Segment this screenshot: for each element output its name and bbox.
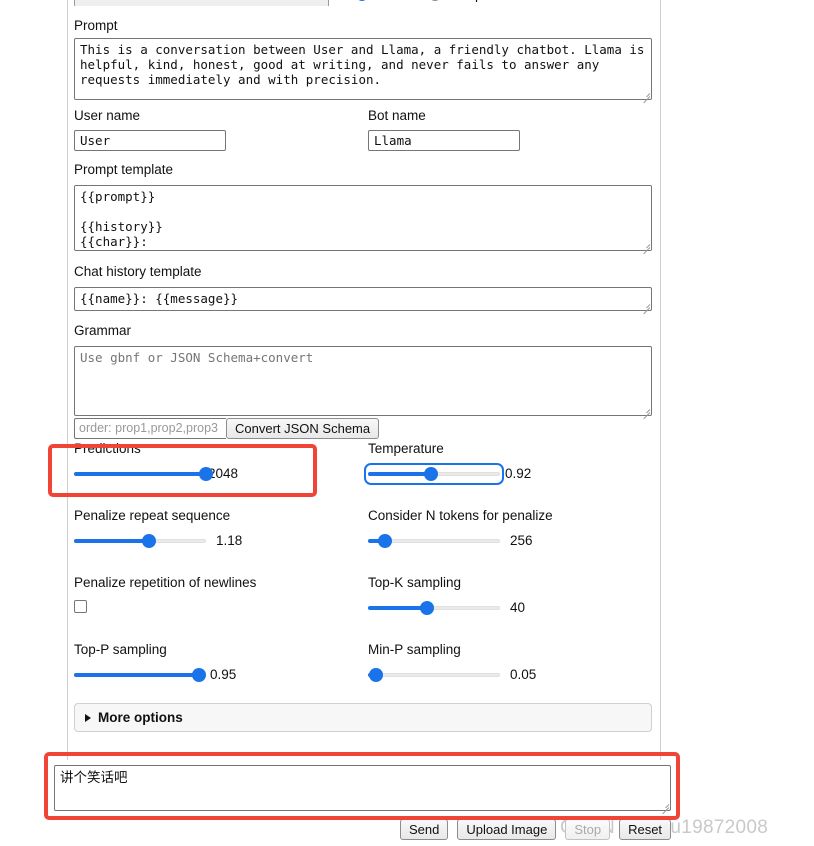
grammar-label: Grammar (74, 323, 131, 338)
slider-row-3: Penalize repetition of newlines Top-K sa… (68, 574, 662, 641)
penalize-newlines-checkbox[interactable] (74, 600, 87, 613)
radio-chat[interactable]: Chat (356, 0, 403, 2)
bot-name-label: Bot name (368, 108, 426, 123)
chat-input-textarea[interactable]: 讲个笑话吧 (54, 765, 671, 811)
consider-n-tokens-value: 256 (510, 533, 533, 548)
param-top-p: Top-P sampling 0.95 (74, 641, 364, 682)
param-penalize-repeat-sequence: Penalize repeat sequence 1.18 (74, 507, 364, 548)
top-p-slider[interactable] (74, 667, 207, 682)
slider-thumb[interactable] (142, 533, 157, 548)
grammar-wrap (74, 346, 652, 416)
predictions-label: Predictions (74, 441, 141, 456)
slider-thumb[interactable] (192, 667, 207, 682)
slider-thumb[interactable] (369, 667, 383, 682)
settings-panel: Chat Completion Prompt This is a convers… (67, 0, 661, 760)
min-p-value: 0.05 (510, 667, 537, 682)
upload-image-button[interactable]: Upload Image (457, 819, 557, 840)
chat-history-template-wrap: {{name}}: {{message}} (74, 287, 652, 311)
radio-completion-label: Completion (447, 0, 515, 2)
top-k-slider[interactable] (368, 600, 500, 615)
slider-thumb[interactable] (378, 533, 393, 548)
more-options-label: More options (98, 710, 183, 725)
slider-row-4: Top-P sampling 0.95 Min-P sampling 0.05 (68, 641, 662, 708)
temperature-label: Temperature (368, 441, 444, 456)
penalize-repeat-sequence-label: Penalize repeat sequence (74, 508, 231, 523)
slider-thumb[interactable] (424, 466, 439, 481)
radio-completion[interactable]: Completion (428, 0, 515, 2)
slider-fill (368, 605, 428, 610)
slider-fill (74, 471, 206, 476)
slider-fill (74, 538, 150, 543)
bot-name-input[interactable] (368, 130, 520, 151)
top-k-value: 40 (510, 600, 526, 615)
sampling-parameters-grid: Predictions 2048 Temperature 0.92 Penali… (68, 440, 662, 708)
penalize-repeat-sequence-slider[interactable] (74, 533, 206, 548)
param-min-p: Min-P sampling 0.05 (368, 641, 658, 682)
penalize-repeat-sequence-value: 1.18 (216, 533, 243, 548)
prompt-template-label: Prompt template (74, 162, 174, 177)
radio-chat-dot (356, 0, 368, 1)
reset-button[interactable]: Reset (619, 819, 672, 840)
top-k-label: Top-K sampling (368, 575, 462, 590)
temperature-value: 0.92 (505, 466, 532, 481)
param-predictions: Predictions 2048 (74, 440, 364, 481)
top-p-value: 0.95 (210, 667, 237, 682)
prompt-template-wrap: {{prompt}} {{history}} {{char}}: (74, 185, 652, 251)
prompt-label: Prompt (74, 18, 118, 33)
model-select[interactable] (74, 0, 329, 6)
radio-chat-label: Chat (374, 0, 403, 2)
temperature-slider[interactable] (364, 462, 504, 485)
send-button[interactable]: Send (400, 819, 449, 840)
slider-fill (368, 471, 432, 476)
chat-input-wrap: 讲个笑话吧 (54, 765, 671, 811)
slider-thumb[interactable] (420, 600, 435, 615)
slider-thumb[interactable] (199, 466, 213, 481)
grammar-textarea[interactable] (74, 346, 652, 416)
slider-row-2: Penalize repeat sequence 1.18 Consider N… (68, 507, 662, 574)
top-p-label: Top-P sampling (74, 642, 167, 657)
top-controls-row: Chat Completion (68, 0, 662, 6)
min-p-slider[interactable] (368, 667, 500, 682)
consider-n-tokens-label: Consider N tokens for penalize (368, 508, 553, 523)
prompt-textarea[interactable]: This is a conversation between User and … (74, 38, 652, 100)
convert-json-schema-button[interactable]: Convert JSON Schema (226, 418, 380, 439)
param-top-k: Top-K sampling 40 (368, 574, 658, 615)
mode-radio-group: Chat Completion (356, 0, 515, 2)
slider-row-1: Predictions 2048 Temperature 0.92 (68, 440, 662, 507)
prompt-template-textarea[interactable]: {{prompt}} {{history}} {{char}}: (74, 185, 652, 251)
slider-fill (74, 672, 200, 677)
param-consider-n-tokens: Consider N tokens for penalize 256 (368, 507, 658, 548)
param-penalize-newlines: Penalize repetition of newlines (74, 574, 364, 613)
grammar-convert-row: order: prop1,prop2,prop3 Convert JSON Sc… (74, 418, 380, 439)
consider-n-tokens-slider[interactable] (368, 533, 500, 548)
grammar-order-input[interactable]: order: prop1,prop2,prop3 (74, 418, 226, 439)
radio-completion-dot (428, 0, 441, 1)
user-name-input[interactable] (74, 130, 226, 151)
chat-history-template-textarea[interactable]: {{name}}: {{message}} (74, 287, 652, 311)
predictions-slider[interactable] (74, 466, 213, 481)
param-temperature: Temperature 0.92 (364, 440, 658, 485)
chat-action-buttons: Send Upload Image Stop Reset (400, 819, 672, 840)
app-root: Chat Completion Prompt This is a convers… (0, 0, 814, 846)
min-p-label: Min-P sampling (368, 642, 461, 657)
prompt-textarea-wrap: This is a conversation between User and … (74, 38, 652, 100)
stop-button: Stop (565, 819, 611, 840)
penalize-newlines-label: Penalize repetition of newlines (74, 575, 257, 590)
chevron-right-icon (85, 713, 91, 722)
chat-history-template-label: Chat history template (74, 264, 202, 279)
slider-track (368, 672, 500, 677)
user-name-label: User name (74, 108, 141, 123)
more-options-toggle[interactable]: More options (74, 703, 652, 732)
